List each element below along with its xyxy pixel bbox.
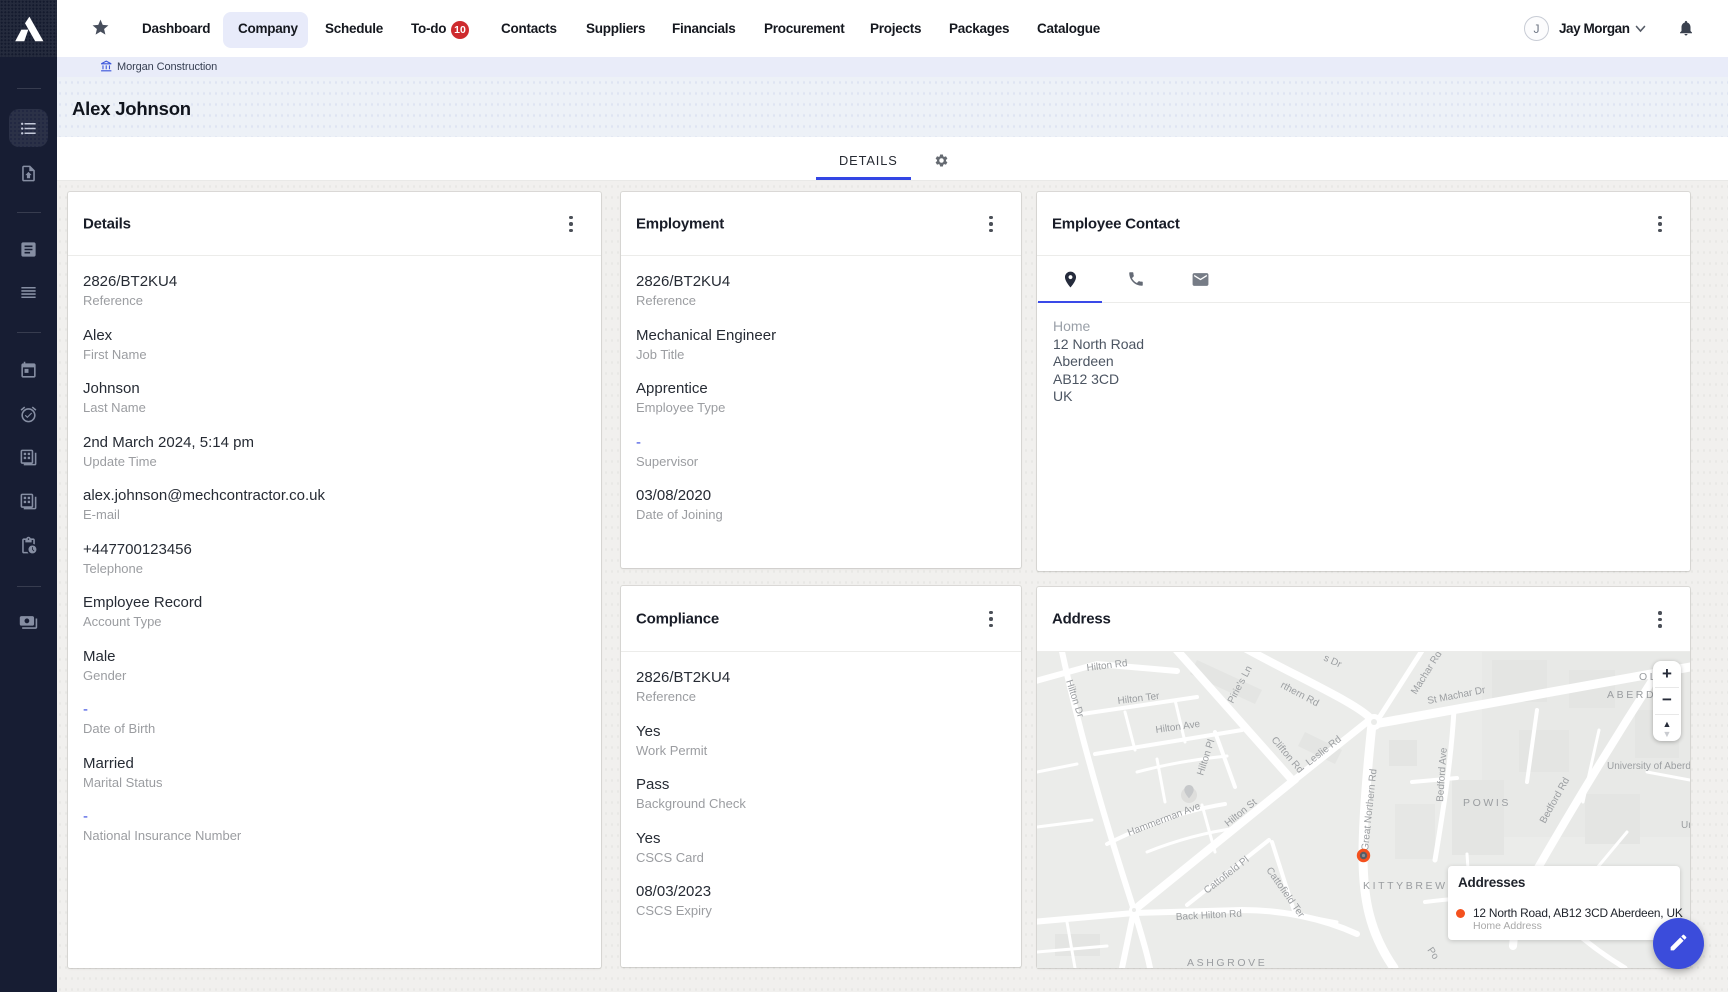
svg-text:ASHGROVE: ASHGROVE: [1187, 957, 1267, 968]
svg-text:University of Aberd: University of Aberd: [1607, 761, 1690, 772]
svg-text:Ur: Ur: [1681, 820, 1690, 831]
svg-text:POWIS: POWIS: [1463, 797, 1511, 809]
svg-text:ABERD: ABERD: [1607, 689, 1656, 701]
svg-text:KITTYBREW: KITTYBREW: [1363, 880, 1448, 892]
